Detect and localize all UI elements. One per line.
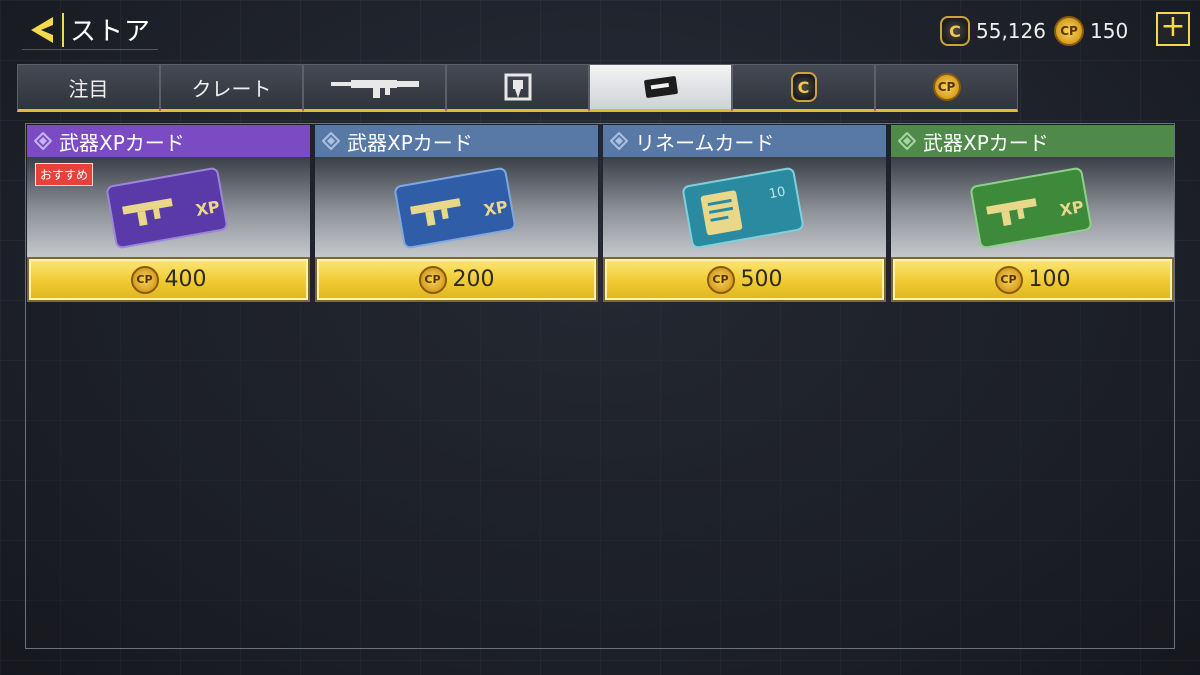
svg-text:10: 10: [768, 185, 787, 203]
rifle-icon: [330, 80, 419, 98]
credit-coin-icon: C: [790, 72, 817, 102]
tab-cp[interactable]: CP: [875, 64, 1018, 112]
back-chevron-icon: [22, 10, 62, 50]
tab-crates[interactable]: クレート: [160, 64, 303, 112]
tab-credits[interactable]: C: [732, 64, 875, 112]
cp-coin-icon: CP: [1054, 16, 1084, 46]
card-icon: [504, 73, 531, 101]
item-name: リネームカード: [635, 130, 775, 155]
item-price: 500: [740, 267, 783, 292]
buy-button[interactable]: CP 400: [27, 257, 310, 302]
page-title: ストア: [70, 17, 152, 47]
tab-featured[interactable]: 注目: [17, 64, 160, 112]
item-price: 400: [164, 267, 207, 292]
rarity-diamond-icon: [321, 131, 341, 151]
rarity-diamond-icon: [897, 131, 917, 151]
tab-weapons[interactable]: [303, 64, 446, 112]
item-name: 武器XPカード: [923, 130, 1049, 155]
item-card-body: 10: [603, 157, 886, 257]
cp-coin-icon: CP: [994, 265, 1023, 294]
item-card[interactable]: 武器XPカード XP CP 100: [891, 125, 1174, 302]
buy-button[interactable]: CP 100: [891, 257, 1174, 302]
item-card-header: 武器XPカード: [891, 125, 1174, 157]
cp-balance: CP 150: [1054, 14, 1128, 48]
cp-coin-icon: CP: [706, 265, 735, 294]
item-card-body: XP: [315, 157, 598, 257]
item-list: 武器XPカード おすすめ XP CP 400 武器XPカード XP CP 200…: [27, 125, 1179, 302]
item-card[interactable]: 武器XPカード XP CP 200: [315, 125, 598, 302]
item-card-header: 武器XPカード: [315, 125, 598, 157]
back-button[interactable]: ストア: [22, 10, 158, 50]
item-card[interactable]: 武器XPカード おすすめ XP CP 400: [27, 125, 310, 302]
item-card-body: XP: [891, 157, 1174, 257]
item-name: 武器XPカード: [347, 130, 473, 155]
item-card-header: 武器XPカード: [27, 125, 310, 157]
ticket-icon: [643, 76, 678, 98]
cp-amount: 150: [1090, 19, 1129, 43]
add-cp-button[interactable]: +: [1156, 12, 1190, 46]
tab-items[interactable]: [589, 64, 732, 112]
item-card[interactable]: リネームカード 10 CP 500: [603, 125, 886, 302]
cp-coin-icon: CP: [130, 265, 159, 294]
store-tabs: 注目 クレート C CP: [17, 64, 1018, 112]
credit-coin-icon: C: [940, 16, 970, 46]
rarity-diamond-icon: [609, 131, 629, 151]
recommended-badge: おすすめ: [35, 163, 94, 186]
title-divider: [62, 12, 64, 47]
credit-amount: 55,126: [976, 19, 1046, 43]
weapon-xp-card-icon: XP: [970, 167, 1092, 249]
tab-cards[interactable]: [446, 64, 589, 112]
credit-balance: C 55,126: [940, 14, 1046, 48]
cp-coin-icon: CP: [932, 73, 961, 101]
buy-button[interactable]: CP 200: [315, 257, 598, 302]
rename-card-icon: 10: [682, 167, 804, 249]
item-price: 200: [452, 267, 495, 292]
cp-coin-icon: CP: [418, 265, 447, 294]
item-price: 100: [1028, 267, 1071, 292]
item-card-header: リネームカード: [603, 125, 886, 157]
weapon-xp-card-icon: XP: [394, 167, 516, 249]
rarity-diamond-icon: [33, 131, 53, 151]
item-name: 武器XPカード: [59, 130, 185, 155]
item-card-body: おすすめ XP: [27, 157, 310, 257]
buy-button[interactable]: CP 500: [603, 257, 886, 302]
weapon-xp-card-icon: XP: [106, 167, 228, 249]
